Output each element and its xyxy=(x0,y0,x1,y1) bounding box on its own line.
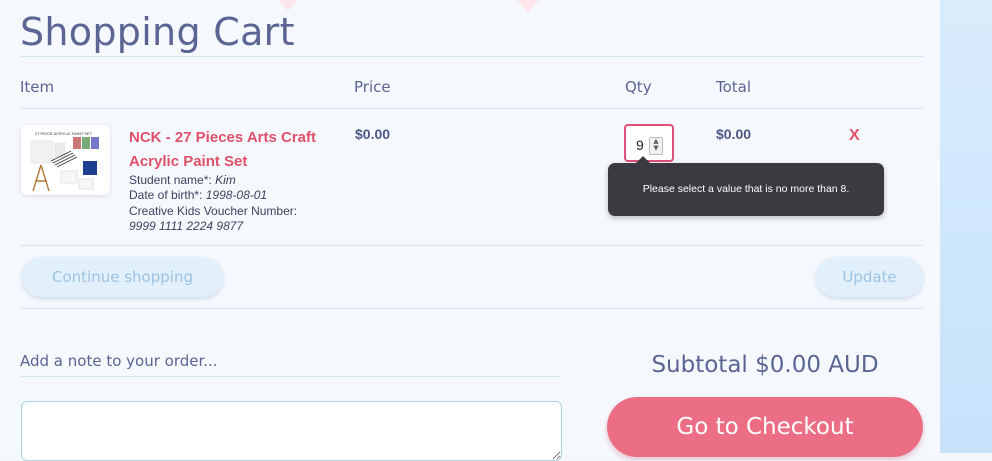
item-total: $0.00 xyxy=(716,126,752,142)
right-background xyxy=(940,0,992,453)
student-name-line: Student name*: Kim xyxy=(129,173,236,187)
paint-set-image-icon: 27 PIECE ACRYLIC PAINT SET xyxy=(21,125,110,195)
dob-value: 1998-08-01 xyxy=(205,188,268,202)
validation-tooltip: Please select a value that is no more th… xyxy=(608,156,884,216)
subtotal-text: Subtotal $0.00 AUD xyxy=(651,352,879,378)
svg-text:27 PIECE ACRYLIC PAINT SET: 27 PIECE ACRYLIC PAINT SET xyxy=(35,131,93,136)
voucher-label: Creative Kids Voucher Number: xyxy=(129,204,298,218)
page-title: Shopping Cart xyxy=(20,10,295,54)
quantity-value: 9 xyxy=(636,137,644,153)
product-thumbnail[interactable]: 27 PIECE ACRYLIC PAINT SET xyxy=(21,125,110,195)
column-header-total: Total xyxy=(716,78,752,96)
dob-line: Date of birth*: 1998-08-01 xyxy=(129,188,267,202)
divider xyxy=(20,56,923,57)
divider xyxy=(20,376,561,377)
spinner-arrows-icon[interactable]: ▲ ▼ xyxy=(649,137,663,155)
order-note-label: Add a note to your order... xyxy=(20,352,218,370)
product-name-link[interactable]: NCK - 27 Pieces Arts Craft Acrylic Paint… xyxy=(129,126,329,174)
student-name-label: Student name*: xyxy=(129,173,212,187)
voucher-value: 9999 1111 2224 9877 xyxy=(129,219,244,233)
column-header-item: Item xyxy=(20,78,55,96)
cart-page: ♥ ♥ Shopping Cart Item Price Qty Total 2… xyxy=(0,0,940,461)
voucher-value-line: 9999 1111 2224 9877 xyxy=(129,219,243,233)
continue-shopping-button[interactable]: Continue shopping xyxy=(22,257,223,297)
student-name-value: Kim xyxy=(215,173,236,187)
column-header-price: Price xyxy=(354,78,391,96)
remove-item-button[interactable]: X xyxy=(849,127,860,145)
divider xyxy=(20,108,923,109)
update-button[interactable]: Update xyxy=(816,257,923,297)
checkout-button[interactable]: Go to Checkout xyxy=(607,397,923,457)
item-price: $0.00 xyxy=(355,126,391,142)
dob-label: Date of birth*: xyxy=(129,188,203,202)
divider xyxy=(20,245,923,246)
heart-decoration-icon: ♥ xyxy=(510,0,546,23)
divider xyxy=(20,308,923,309)
order-note-input[interactable] xyxy=(21,401,562,461)
column-header-qty: Qty xyxy=(625,78,652,96)
